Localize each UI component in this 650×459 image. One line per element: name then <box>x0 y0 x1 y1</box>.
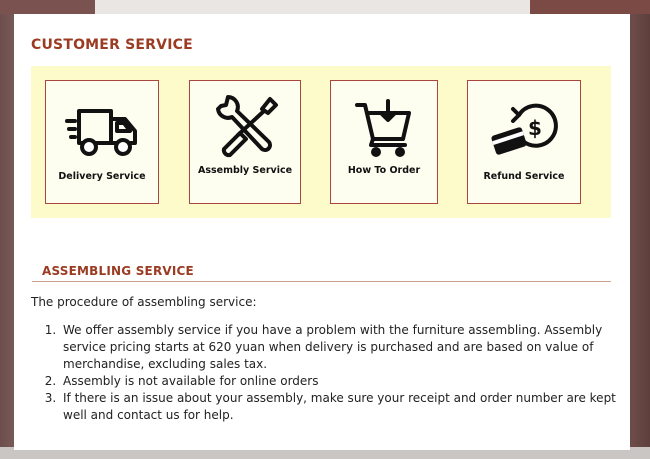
wrench-screwdriver-icon <box>190 95 300 161</box>
customer-service-card: CUSTOMER SERVICE Delivery Service Assemb… <box>14 14 630 450</box>
section-divider <box>32 281 611 282</box>
service-label-delivery: Delivery Service <box>58 171 146 182</box>
list-item: Assembly is not available for online ord… <box>60 373 620 390</box>
svg-text:$: $ <box>528 116 542 140</box>
shopping-cart-icon <box>331 99 437 159</box>
list-item: If there is an issue about your assembly… <box>60 390 620 424</box>
service-label-assembly: Assembly Service <box>197 165 293 176</box>
services-panel: Delivery Service Assembly Service How To… <box>31 66 611 218</box>
background-band-left <box>0 0 95 14</box>
assembling-steps-list: We offer assembly service if you have a … <box>40 322 620 424</box>
service-card-delivery[interactable]: Delivery Service <box>45 80 159 204</box>
service-label-refund: Refund Service <box>483 171 565 182</box>
refund-card-icon: $ <box>468 103 580 159</box>
service-card-refund[interactable]: $ Refund Service <box>467 80 581 204</box>
background-top-strip <box>0 0 650 14</box>
service-card-assembly[interactable]: Assembly Service <box>189 80 301 204</box>
delivery-truck-icon <box>46 103 158 159</box>
assembling-intro: The procedure of assembling service: <box>31 295 257 309</box>
page-title: CUSTOMER SERVICE <box>31 37 193 53</box>
service-label-how-to-order: How To Order <box>347 165 421 176</box>
list-item: We offer assembly service if you have a … <box>60 322 620 373</box>
section-heading-assembling: ASSEMBLING SERVICE <box>42 264 194 278</box>
service-card-how-to-order[interactable]: How To Order <box>330 80 438 204</box>
background-band-right <box>530 0 650 14</box>
